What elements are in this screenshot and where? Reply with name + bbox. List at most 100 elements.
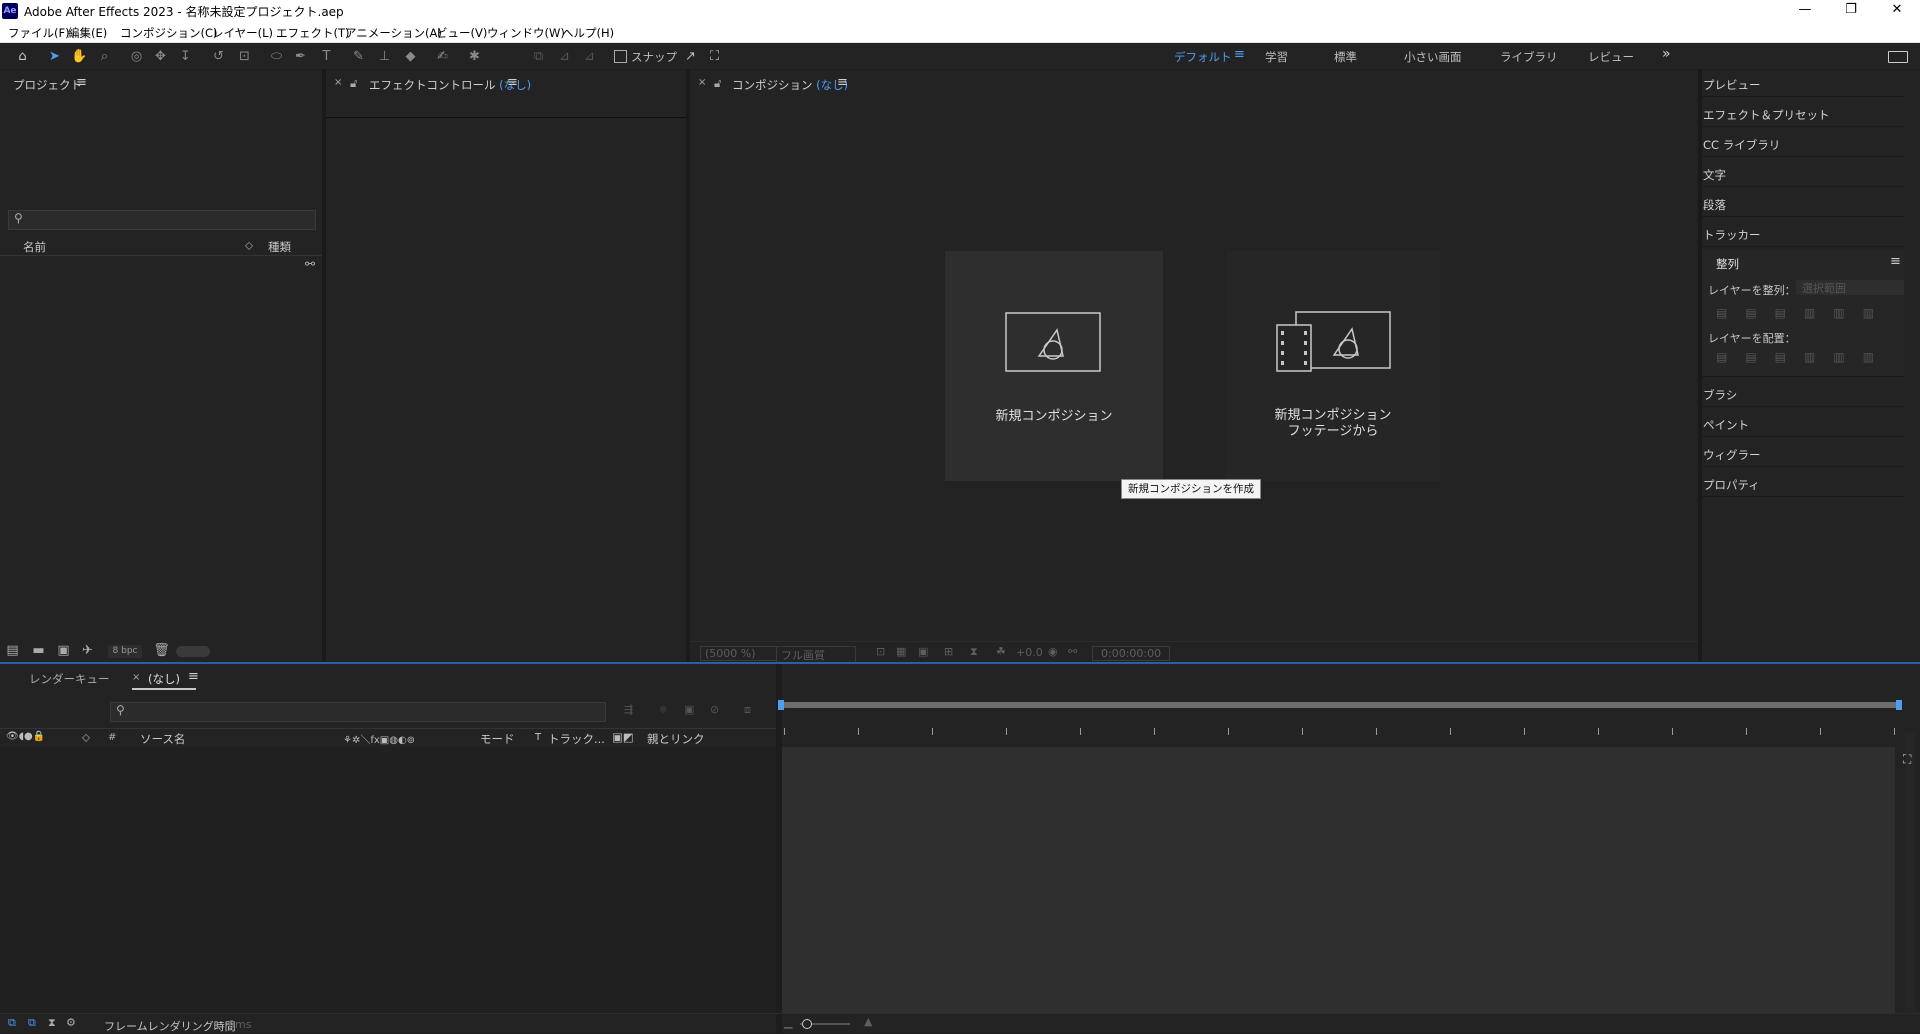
column-mode[interactable]: モード [480,731,515,747]
column-number[interactable]: # [108,732,116,743]
exposure-value[interactable]: +0.0 [1016,646,1043,659]
toggle-in-out-icon[interactable]: ⧗ [48,1016,56,1030]
panel-cc-libraries[interactable]: CC ライブラリ [1703,137,1780,153]
workspace-more-icon[interactable]: » [1662,46,1671,62]
dolly-camera-icon[interactable]: ↧ [177,48,194,65]
region-of-interest-icon[interactable]: ⊞ [944,645,953,658]
menu-file[interactable]: ファイル(F) [8,25,70,41]
bit-depth-button[interactable]: 8 bpc [108,645,142,658]
toggle-switches-icon[interactable]: ⧉ [8,1016,16,1030]
snap-option-icon[interactable]: ↗ [682,48,699,65]
new-comp-from-footage-tile[interactable]: 新規コンポジション フッテージから [1226,251,1440,481]
workspace-learn[interactable]: 学習 [1265,49,1288,65]
effect-menu-icon[interactable]: ≡ [507,75,518,90]
project-panel-title[interactable]: プロジェクト [13,77,82,93]
new-comp-icon[interactable]: ▣ [55,642,72,659]
pan-camera-icon[interactable]: ✥ [152,48,169,65]
work-area-start-handle[interactable] [778,700,784,710]
comp-menu-icon[interactable]: ≡ [837,75,848,90]
timeline-zoom-thumb[interactable] [802,1019,812,1029]
fast-previews-icon[interactable]: ⊡ [876,645,885,658]
workspace-small-screen[interactable]: 小さい画面 [1404,49,1462,65]
align-menu-icon[interactable]: ≡ [1890,254,1901,269]
align-local-axis-icon[interactable]: ⧉ [530,48,547,65]
transparency-grid-icon[interactable]: ▦ [896,645,906,658]
align-buttons[interactable]: ▤▤▤▥▥▥ [1716,306,1892,320]
interpret-footage-icon[interactable]: ▤ [4,642,21,659]
column-type[interactable]: 種類 [268,239,291,255]
roto-brush-icon[interactable]: ✍ [434,48,451,65]
panel-paint[interactable]: ペイント [1703,417,1749,433]
shape-tool-icon[interactable]: ⬭ [268,48,285,65]
current-time-field[interactable]: 0:00:00:00 [1092,646,1171,661]
panel-tracker[interactable]: トラッカー [1703,227,1761,243]
workspace-default[interactable]: デフォルト [1174,49,1232,65]
orbit-camera-icon[interactable]: ◎ [128,48,145,65]
tab-timeline-none[interactable]: (なし) [148,671,180,687]
selection-tool-icon[interactable]: ➤ [46,48,63,65]
column-track-matte[interactable]: トラック... [548,731,605,747]
maximize-button[interactable]: ❐ [1828,0,1874,22]
pen-tool-icon[interactable]: ✒ [292,48,309,65]
eraser-tool-icon[interactable]: ◆ [402,48,419,65]
work-area-end-handle[interactable] [1896,700,1902,710]
timeline-vertical-scrollbar[interactable] [1905,732,1915,1012]
work-area-bar[interactable] [782,702,1900,708]
workspace-libraries[interactable]: ライブラリ [1500,49,1558,65]
hide-shy-layers-icon[interactable]: ▣ [684,703,694,716]
menu-window[interactable]: ウィンドウ(W) [487,25,565,41]
clone-stamp-icon[interactable]: ⊥ [376,48,393,65]
distribute-buttons[interactable]: ▤▤▤▥▥▥ [1716,350,1892,364]
menu-composition[interactable]: コンポジション(C) [120,25,218,41]
magnification-select[interactable]: (5000 %) [700,646,777,661]
timeline-close-icon[interactable]: × [132,672,140,683]
panel-character[interactable]: 文字 [1703,167,1726,183]
menu-view[interactable]: ビュー(V) [436,25,487,41]
menu-animation[interactable]: アニメーション(A) [345,25,442,41]
menu-edit[interactable]: 編集(E) [68,25,107,41]
align-view-axis-icon[interactable]: ⊿ [581,48,598,65]
new-composition-tile[interactable]: 新規コンポジション [945,251,1163,481]
timeline-search-input[interactable]: ⚲ [110,702,606,722]
render-time-icon[interactable]: ⚙ [66,1016,76,1029]
anchor-tool-icon[interactable]: ⊡ [236,48,253,65]
draft-3d-icon[interactable]: ⚛ [658,703,668,716]
column-t[interactable]: T [535,732,541,743]
comp-lock-icon[interactable]: 🔓︎ [714,76,721,91]
puppet-pin-icon[interactable]: ✱ [466,48,483,65]
snap-grid-icon[interactable]: ⛶ [706,48,723,65]
flowchart-icon[interactable]: ⚯ [305,257,315,271]
zoom-tool-icon[interactable]: ⌕ [96,48,113,65]
label-tag-icon[interactable]: ⬦ [82,730,90,745]
minimize-button[interactable]: — [1782,0,1828,22]
mask-visibility-icon[interactable]: ▣ [918,645,928,658]
menu-help[interactable]: ヘルプ(H) [562,25,614,41]
panel-brushes[interactable]: ブラシ [1703,387,1737,403]
effect-lock-icon[interactable]: 🔓︎ [350,76,357,91]
frame-blending-icon[interactable]: ⊘ [710,703,719,716]
tab-render-queue[interactable]: レンダーキュー [29,671,110,687]
timeline-track-area[interactable] [782,747,1895,1013]
workspace-standard[interactable]: 標準 [1334,49,1357,65]
panel-wiggler[interactable]: ウィグラー [1703,447,1761,463]
av-features-icon[interactable]: 👁◖●🔒 [6,731,45,742]
matte-icons[interactable]: ▣◩ [612,730,634,744]
adobe-media-encoder-icon[interactable]: ✈ [79,642,96,659]
column-name[interactable]: 名前 [23,239,46,255]
menu-layer[interactable]: レイヤー(L) [212,25,273,41]
timeline-menu-icon[interactable]: ≡ [188,669,199,684]
trash-icon[interactable]: 🗑 [153,642,170,659]
label-tag-icon[interactable]: ⬦ [245,238,253,253]
motion-blur-icon[interactable]: ⧈ [744,703,751,717]
switches-icons[interactable]: ⚘✲＼fx▣◍◐⊚ [343,731,415,746]
snapshot-icon[interactable]: ◉ [1048,645,1058,658]
effect-close-icon[interactable]: × [334,77,342,88]
panel-paragraph[interactable]: 段落 [1703,197,1726,213]
new-folder-icon[interactable]: ▬ [30,642,47,659]
align-to-select[interactable]: 選択範囲 [1796,280,1904,295]
hand-tool-icon[interactable]: ✋ [71,48,88,65]
show-snapshot-icon[interactable]: ⚯ [1068,645,1077,658]
rotate-tool-icon[interactable]: ↺ [210,48,227,65]
comp-close-icon[interactable]: × [698,77,706,88]
project-menu-icon[interactable]: ≡ [76,75,87,90]
